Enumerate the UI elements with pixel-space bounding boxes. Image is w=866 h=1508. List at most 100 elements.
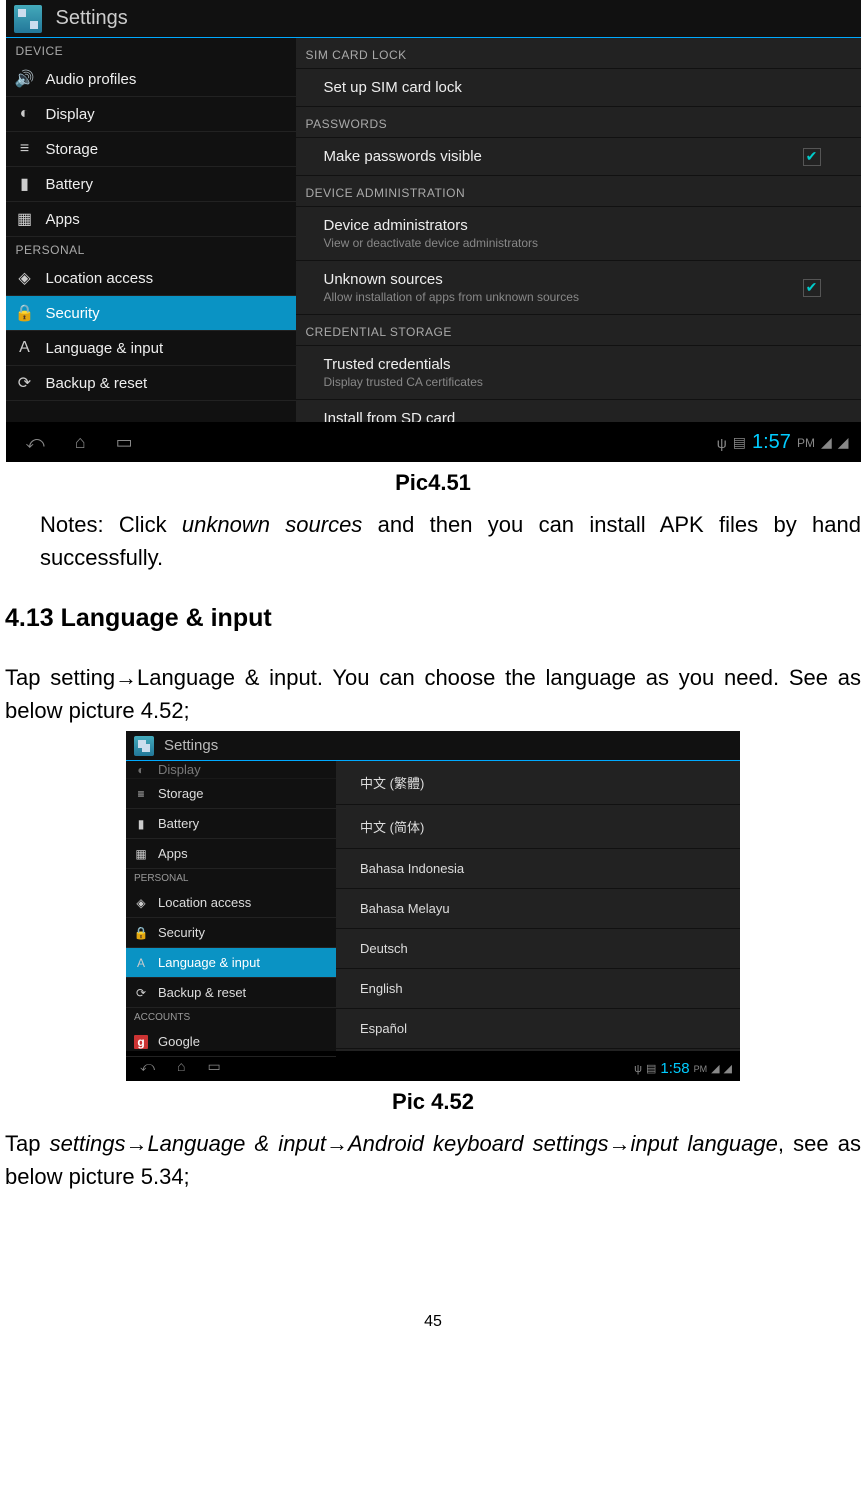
sidebar-item-label: Display [46, 106, 95, 123]
paragraph-534-intro: Tap settings→Language & input→Android ke… [5, 1127, 861, 1193]
sidebar-item-location[interactable]: ◈ Location access [126, 888, 336, 918]
sidebar-item-label: Security [158, 925, 205, 940]
sidebar-item-label: Storage [46, 141, 99, 158]
row-sim-lock[interactable]: Set up SIM card lock [296, 69, 861, 107]
sidebar-item-audio[interactable]: 🔊 Audio profiles [6, 62, 296, 97]
row-install-sd[interactable]: Install from SD card [296, 400, 861, 422]
battery-icon: ▮ [16, 175, 34, 193]
row-title: Device administrators [324, 217, 833, 234]
row-passwords-visible[interactable]: Make passwords visible✔ [296, 138, 861, 176]
app-titlebar: Settings [6, 0, 861, 38]
row-title: Make passwords visible [324, 148, 833, 165]
sidebar-item-language[interactable]: A Language & input [6, 331, 296, 366]
home-icon[interactable]: ⌂ [177, 1058, 185, 1074]
home-icon[interactable]: ⌂ [75, 432, 86, 453]
sidebar-item-security[interactable]: 🔒Security [6, 296, 296, 331]
sidebar-item-label: Battery [46, 176, 94, 193]
sidebar-item-backup[interactable]: ⟳Backup & reset [126, 978, 336, 1008]
language-option[interactable]: Deutsch [336, 929, 740, 969]
sidebar-item-location[interactable]: ◈Location access [6, 261, 296, 296]
sidebar-item-google[interactable]: gGoogle [126, 1027, 336, 1057]
language-option[interactable]: Bahasa Melayu [336, 889, 740, 929]
status-bar: ψ ▤ 1:58 PM ◢ ◢ [634, 1060, 732, 1077]
row-subtitle: View or deactivate device administrators [324, 236, 833, 250]
language-option[interactable]: Español [336, 1009, 740, 1049]
sidebar-item-battery[interactable]: ▮ Battery [6, 167, 296, 202]
section-passwords: PASSWORDS [296, 107, 861, 138]
backup-icon: ⟳ [16, 374, 34, 392]
location-icon: ◈ [134, 896, 148, 910]
debug-icon: ▤ [646, 1062, 656, 1075]
section-device-admin: DEVICE ADMINISTRATION [296, 176, 861, 207]
display-icon: ◐ [16, 105, 34, 123]
sidebar-item-apps[interactable]: ▦ Apps [126, 839, 336, 869]
section-simlock: SIM CARD LOCK [296, 38, 861, 69]
section-credential: CREDENTIAL STORAGE [296, 315, 861, 346]
language-option[interactable]: 中文 (繁體) [336, 761, 740, 805]
back-icon[interactable]: ⤺ [140, 1058, 155, 1075]
language-option[interactable]: 中文 (简体) [336, 805, 740, 849]
row-device-admin[interactable]: Device administrators View or deactivate … [296, 207, 861, 261]
sidebar-item-label: Storage [158, 786, 204, 801]
row-trusted-credentials[interactable]: Trusted credentials Display trusted CA ce… [296, 346, 861, 400]
sidebar-item-security[interactable]: 🔒 Security [126, 918, 336, 948]
display-icon: ◐ [134, 763, 148, 777]
row-subtitle: Allow installation of apps from unknown … [324, 290, 833, 304]
checkbox-icon[interactable]: ✔ [803, 148, 821, 166]
row-title: Trusted credentials [324, 356, 833, 373]
sidebar-header-device: DEVICE [6, 38, 296, 62]
checkbox-icon[interactable]: ✔ [803, 279, 821, 297]
row-unknown-sources[interactable]: Unknown sources Allow installation of app… [296, 261, 861, 315]
sidebar-item-display[interactable]: ◐ Display [6, 97, 296, 132]
sidebar-item-backup[interactable]: ⟳ Backup & reset [6, 366, 296, 401]
sidebar-item-language[interactable]: ALanguage & input [126, 948, 336, 978]
app-titlebar: Settings [126, 731, 740, 761]
location-icon: ◈ [16, 269, 34, 287]
language-option[interactable]: English [336, 969, 740, 1009]
sidebar-header-personal: PERSONAL [126, 869, 336, 888]
app-title: Settings [56, 7, 128, 30]
debug-icon: ▤ [733, 434, 746, 451]
language-option[interactable]: Bahasa Indonesia [336, 849, 740, 889]
lock-icon: 🔒 [134, 926, 148, 940]
usb-icon: ψ [634, 1063, 642, 1075]
sidebar-item-display[interactable]: ◐ Display [126, 761, 336, 779]
screenshot-language-settings: Settings ◐ Display ≡Storage ▮Battery ▦ App… [126, 731, 740, 1081]
battery-icon: ▮ [134, 817, 148, 831]
sidebar-item-battery[interactable]: ▮Battery [126, 809, 336, 839]
sidebar-item-label: Language & input [158, 955, 260, 970]
sidebar: DEVICE 🔊 Audio profiles ◐ Display ≡Storage… [6, 38, 296, 422]
sidebar-item-label: Apps [158, 846, 188, 861]
apps-icon: ▦ [134, 847, 148, 861]
sidebar-item-label: Display [158, 762, 201, 777]
lock-icon: 🔒 [16, 304, 34, 322]
screenshot-security-settings: Settings DEVICE 🔊 Audio profiles ◐ Display… [6, 0, 861, 462]
clock-time: 1:58 [660, 1060, 689, 1077]
app-title: Settings [164, 737, 218, 754]
sidebar: ◐ Display ≡Storage ▮Battery ▦ Apps PERSONA… [126, 761, 336, 1051]
clock-ampm: PM [797, 436, 815, 450]
note-text: Notes: Click unknown sources and then yo… [40, 508, 861, 574]
sidebar-item-apps[interactable]: ▦Apps [6, 202, 296, 237]
row-title: Unknown sources [324, 271, 833, 288]
recent-icon[interactable]: ▭ [207, 1058, 220, 1075]
sidebar-item-label: Location access [158, 895, 251, 910]
apps-icon: ▦ [16, 210, 34, 228]
status-bar: ψ ▤ 1:57 PM ◢ ◢ [717, 431, 849, 454]
signal-icon: ◢ [838, 434, 849, 451]
clock-ampm: PM [694, 1064, 708, 1074]
clock-time: 1:57 [752, 431, 791, 454]
language-icon: A [16, 339, 34, 357]
back-icon[interactable]: ⤺ [26, 432, 45, 453]
sidebar-item-storage[interactable]: ≡Storage [126, 779, 336, 809]
sidebar-item-label: Language & input [46, 340, 164, 357]
recent-icon[interactable]: ▭ [116, 432, 133, 453]
settings-icon [134, 736, 154, 756]
audio-icon: 🔊 [16, 70, 34, 88]
sidebar-item-label: Backup & reset [46, 375, 148, 392]
page-number: 45 [0, 1313, 866, 1331]
sidebar-item-label: Audio profiles [46, 71, 137, 88]
row-subtitle: Display trusted CA certificates [324, 375, 833, 389]
sidebar-item-storage[interactable]: ≡Storage [6, 132, 296, 167]
language-list: 中文 (繁體) 中文 (简体) Bahasa Indonesia Bahasa … [336, 761, 740, 1051]
